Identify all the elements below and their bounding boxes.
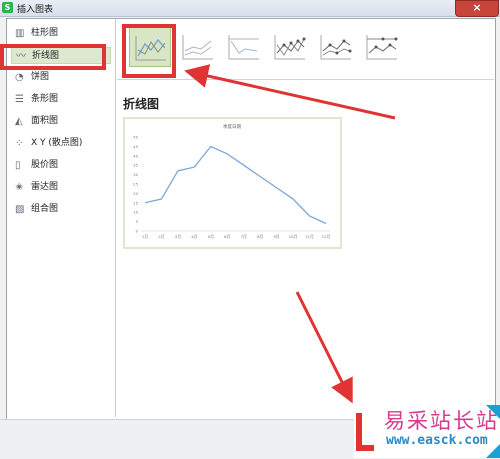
x-tick-label: 5月 [208, 234, 214, 239]
sidebar-item-pie[interactable]: ◔ 饼图 [11, 69, 111, 86]
x-tick-label: 9月 [274, 234, 280, 239]
y-tick-label: 45 [133, 144, 138, 149]
sidebar-item-label: 面积图 [31, 116, 59, 126]
sidebar-item-label: 柱形图 [31, 28, 59, 38]
area-chart-icon: ◭ [15, 116, 23, 127]
y-tick-label: 20 [133, 191, 138, 196]
y-tick-label: 40 [133, 153, 138, 158]
watermark-corner-mark [356, 413, 374, 451]
subtype-line-with-markers[interactable] [269, 27, 311, 67]
x-tick-label: 7月 [241, 234, 247, 239]
percent-stacked-line-with-markers-subtype-icon [366, 35, 398, 60]
line-chart-preview: 季度日期 0 5 10 15 20 25 30 35 40 45 50 1月 2月 3月 4月 5月 6月 7月 8月… [133, 123, 331, 239]
sidebar-item-label: 雷达图 [31, 182, 59, 192]
pie-chart-icon: ◔ [15, 72, 24, 83]
chart-preview[interactable]: 季度日期 0 5 10 15 20 25 30 35 40 45 50 1月 2月 3月 4月 5月 6月 7月 8月… [123, 117, 342, 249]
y-tick-label: 15 [133, 200, 138, 205]
close-button[interactable]: × [455, 0, 499, 17]
subtype-percent-stacked-line-with-markers[interactable] [361, 27, 403, 67]
line-with-markers-subtype-icon [274, 35, 306, 60]
sidebar-item-label: 饼图 [31, 72, 50, 82]
dialog-title: 插入图表 [17, 5, 54, 15]
sidebar-item-label: 条形图 [31, 94, 59, 104]
x-tick-label: 8月 [257, 234, 263, 239]
y-tick-label: 30 [133, 172, 138, 177]
section-title: 折线图 [123, 97, 160, 111]
stacked-line-with-markers-subtype-icon [320, 35, 352, 60]
scatter-chart-icon: ⁘ [15, 138, 24, 149]
y-tick-label: 50 [133, 135, 138, 140]
chart-type-sidebar: ▥ 柱形图 〰折线图 ◔ 饼图 ☰ 条形图 ◭ 面积图 ⁘ X Y (散点图) ▯ 股价图 … [7, 19, 116, 417]
y-tick-label: 25 [133, 182, 138, 187]
y-tick-label: 10 [133, 210, 138, 215]
y-tick-label: 5 [136, 219, 139, 224]
sidebar-item-label: 股价图 [31, 160, 59, 170]
sidebar-item-area[interactable]: ◭ 面积图 [11, 113, 111, 130]
x-tick-label: 4月 [191, 234, 197, 239]
x-tick-label: 10月 [289, 234, 298, 239]
subtype-stacked-line-with-markers[interactable] [315, 27, 357, 67]
x-tick-label: 2月 [158, 234, 164, 239]
sidebar-item-radar[interactable]: ✬ 雷达图 [11, 179, 111, 196]
sidebar-item-scatter[interactable]: ⁘ X Y (散点图) [11, 135, 111, 152]
watermark-url: www.easck.com [386, 433, 488, 448]
app-logo-icon: S [2, 2, 13, 13]
x-tick-label: 3月 [175, 234, 181, 239]
insert-chart-dialog: ▥ 柱形图 〰折线图 ◔ 饼图 ☰ 条形图 ◭ 面积图 ⁘ X Y (散点图) ▯ 股价图 … [6, 18, 496, 420]
x-tick-label: 6月 [224, 234, 230, 239]
watermark-triangle-top [486, 405, 500, 419]
stacked-line-subtype-icon [182, 35, 213, 60]
x-tick-label: 12月 [322, 234, 331, 239]
combo-chart-icon: ▧ [15, 204, 25, 215]
stock-chart-icon: ▯ [15, 160, 21, 171]
y-tick-label: 35 [133, 163, 138, 168]
x-tick-label: 1月 [142, 234, 148, 239]
subtype-stacked-line[interactable] [177, 27, 219, 67]
title-bar: S 插入图表 × [0, 0, 500, 17]
annotation-box-subtype [122, 24, 176, 78]
y-tick-label: 0 [136, 229, 139, 234]
percent-stacked-line-subtype-icon [228, 35, 259, 60]
annotation-box-sidebar [0, 44, 106, 70]
subtype-percent-stacked-line[interactable] [223, 27, 265, 67]
sidebar-item-bar[interactable]: ☰ 条形图 [11, 91, 111, 108]
sidebar-item-label: 组合图 [31, 204, 59, 214]
series-line [144, 145, 327, 225]
chart-title: 季度日期 [223, 123, 241, 130]
column-chart-icon: ▥ [15, 28, 25, 39]
watermark-triangle-bottom [486, 444, 500, 458]
watermark-text: 易采站长站 [384, 409, 499, 433]
bar-chart-icon: ☰ [15, 94, 24, 105]
sidebar-item-combo[interactable]: ▧ 组合图 [11, 201, 111, 218]
radar-chart-icon: ✬ [15, 182, 24, 193]
x-tick-label: 11月 [305, 234, 314, 239]
sidebar-item-stock[interactable]: ▯ 股价图 [11, 157, 111, 174]
sidebar-item-label: X Y (散点图) [31, 138, 83, 148]
sidebar-item-column[interactable]: ▥ 柱形图 [11, 25, 111, 42]
